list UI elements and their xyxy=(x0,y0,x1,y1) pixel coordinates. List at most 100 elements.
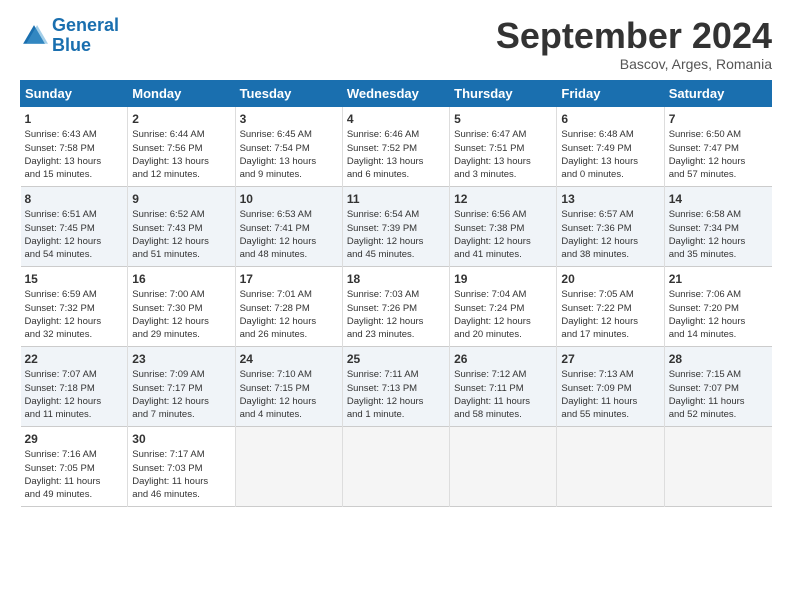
day-info-line: Sunrise: 7:01 AM xyxy=(240,288,338,301)
day-info-line: Sunset: 7:52 PM xyxy=(347,142,445,155)
day-info-line: Sunrise: 7:17 AM xyxy=(132,448,230,461)
day-info-line: Daylight: 11 hours xyxy=(561,395,659,408)
day-number: 16 xyxy=(132,271,230,288)
day-info-line: Sunset: 7:56 PM xyxy=(132,142,230,155)
day-info-line: Daylight: 11 hours xyxy=(669,395,768,408)
day-info-line: Sunrise: 6:59 AM xyxy=(25,288,124,301)
day-info-line: Sunset: 7:15 PM xyxy=(240,382,338,395)
day-info-line: Sunset: 7:45 PM xyxy=(25,222,124,235)
day-info-line: Daylight: 12 hours xyxy=(132,235,230,248)
day-info-line: and 0 minutes. xyxy=(561,168,659,181)
day-cell: 25Sunrise: 7:11 AMSunset: 7:13 PMDayligh… xyxy=(342,346,449,426)
day-number: 7 xyxy=(669,111,768,128)
day-info-line: Daylight: 12 hours xyxy=(25,395,124,408)
day-info-line: Sunset: 7:36 PM xyxy=(561,222,659,235)
day-info-line: and 57 minutes. xyxy=(669,168,768,181)
day-info-line: Sunset: 7:34 PM xyxy=(669,222,768,235)
day-info-line: Sunset: 7:38 PM xyxy=(454,222,552,235)
day-cell xyxy=(342,426,449,506)
day-number: 11 xyxy=(347,191,445,208)
day-cell: 5Sunrise: 6:47 AMSunset: 7:51 PMDaylight… xyxy=(450,106,557,186)
day-info-line: Daylight: 12 hours xyxy=(25,235,124,248)
day-info-line: Daylight: 12 hours xyxy=(454,235,552,248)
day-info-line: Sunset: 7:43 PM xyxy=(132,222,230,235)
day-info-line: Sunrise: 6:48 AM xyxy=(561,128,659,141)
day-cell xyxy=(450,426,557,506)
day-info-line: Sunset: 7:24 PM xyxy=(454,302,552,315)
day-info-line: Daylight: 12 hours xyxy=(561,315,659,328)
day-info-line: and 23 minutes. xyxy=(347,328,445,341)
day-cell: 29Sunrise: 7:16 AMSunset: 7:05 PMDayligh… xyxy=(21,426,128,506)
day-cell: 11Sunrise: 6:54 AMSunset: 7:39 PMDayligh… xyxy=(342,186,449,266)
day-info-line: Sunrise: 7:03 AM xyxy=(347,288,445,301)
day-info-line: and 38 minutes. xyxy=(561,248,659,261)
header-monday: Monday xyxy=(128,80,235,106)
day-info-line: Sunset: 7:03 PM xyxy=(132,462,230,475)
day-info-line: Sunset: 7:11 PM xyxy=(454,382,552,395)
day-info-line: Daylight: 12 hours xyxy=(240,395,338,408)
logo-subtext: Blue xyxy=(52,36,119,56)
day-info-line: Daylight: 12 hours xyxy=(132,315,230,328)
week-row-2: 8Sunrise: 6:51 AMSunset: 7:45 PMDaylight… xyxy=(21,186,772,266)
day-number: 15 xyxy=(25,271,124,288)
day-number: 14 xyxy=(669,191,768,208)
day-info-line: Sunrise: 7:00 AM xyxy=(132,288,230,301)
day-info-line: and 58 minutes. xyxy=(454,408,552,421)
day-info-line: Sunset: 7:18 PM xyxy=(25,382,124,395)
day-info-line: Sunset: 7:13 PM xyxy=(347,382,445,395)
day-info-line: Sunset: 7:54 PM xyxy=(240,142,338,155)
day-info-line: and 35 minutes. xyxy=(669,248,768,261)
day-info-line: Sunrise: 6:47 AM xyxy=(454,128,552,141)
day-number: 1 xyxy=(25,111,124,128)
day-info-line: Daylight: 12 hours xyxy=(240,235,338,248)
day-info-line: and 54 minutes. xyxy=(25,248,124,261)
day-info-line: Daylight: 12 hours xyxy=(347,235,445,248)
day-info-line: and 14 minutes. xyxy=(669,328,768,341)
day-info-line: Sunrise: 7:13 AM xyxy=(561,368,659,381)
day-info-line: Sunrise: 6:57 AM xyxy=(561,208,659,221)
day-info-line: Sunset: 7:05 PM xyxy=(25,462,124,475)
week-row-5: 29Sunrise: 7:16 AMSunset: 7:05 PMDayligh… xyxy=(21,426,772,506)
week-row-3: 15Sunrise: 6:59 AMSunset: 7:32 PMDayligh… xyxy=(21,266,772,346)
day-number: 27 xyxy=(561,351,659,368)
day-info-line: Daylight: 12 hours xyxy=(347,315,445,328)
day-info-line: Sunset: 7:51 PM xyxy=(454,142,552,155)
day-cell: 2Sunrise: 6:44 AMSunset: 7:56 PMDaylight… xyxy=(128,106,235,186)
day-number: 13 xyxy=(561,191,659,208)
day-cell: 9Sunrise: 6:52 AMSunset: 7:43 PMDaylight… xyxy=(128,186,235,266)
day-number: 26 xyxy=(454,351,552,368)
day-info-line: Sunrise: 6:43 AM xyxy=(25,128,124,141)
day-info-line: Sunrise: 7:10 AM xyxy=(240,368,338,381)
day-info-line: Sunrise: 7:09 AM xyxy=(132,368,230,381)
day-info-line: and 41 minutes. xyxy=(454,248,552,261)
day-cell: 14Sunrise: 6:58 AMSunset: 7:34 PMDayligh… xyxy=(664,186,771,266)
day-number: 23 xyxy=(132,351,230,368)
day-info-line: and 1 minute. xyxy=(347,408,445,421)
day-cell: 19Sunrise: 7:04 AMSunset: 7:24 PMDayligh… xyxy=(450,266,557,346)
day-info-line: Sunrise: 7:04 AM xyxy=(454,288,552,301)
day-cell: 4Sunrise: 6:46 AMSunset: 7:52 PMDaylight… xyxy=(342,106,449,186)
day-number: 4 xyxy=(347,111,445,128)
day-number: 3 xyxy=(240,111,338,128)
day-info-line: Sunrise: 6:54 AM xyxy=(347,208,445,221)
day-number: 29 xyxy=(25,431,124,448)
day-number: 5 xyxy=(454,111,552,128)
day-number: 17 xyxy=(240,271,338,288)
day-number: 8 xyxy=(25,191,124,208)
day-cell: 3Sunrise: 6:45 AMSunset: 7:54 PMDaylight… xyxy=(235,106,342,186)
logo: General Blue xyxy=(20,16,119,56)
day-info-line: and 12 minutes. xyxy=(132,168,230,181)
day-cell: 20Sunrise: 7:05 AMSunset: 7:22 PMDayligh… xyxy=(557,266,664,346)
day-info-line: and 29 minutes. xyxy=(132,328,230,341)
month-title: September 2024 xyxy=(496,16,772,56)
day-info-line: and 48 minutes. xyxy=(240,248,338,261)
day-info-line: Sunrise: 7:06 AM xyxy=(669,288,768,301)
day-info-line: and 52 minutes. xyxy=(669,408,768,421)
header-thursday: Thursday xyxy=(450,80,557,106)
day-cell: 30Sunrise: 7:17 AMSunset: 7:03 PMDayligh… xyxy=(128,426,235,506)
day-info-line: Sunset: 7:22 PM xyxy=(561,302,659,315)
header-saturday: Saturday xyxy=(664,80,771,106)
day-number: 6 xyxy=(561,111,659,128)
week-row-4: 22Sunrise: 7:07 AMSunset: 7:18 PMDayligh… xyxy=(21,346,772,426)
day-info-line: Daylight: 12 hours xyxy=(669,315,768,328)
